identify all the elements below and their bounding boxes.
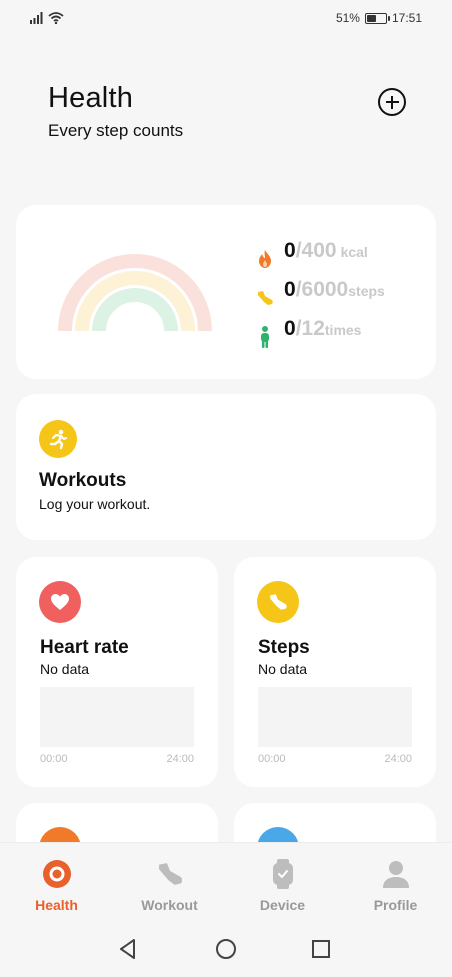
page-title: Health: [48, 82, 134, 114]
stand-value: 0: [284, 317, 296, 340]
nav-device[interactable]: Device: [226, 843, 339, 923]
standing-person-icon: [256, 325, 274, 348]
shoe-icon: [155, 859, 185, 889]
nav-profile[interactable]: Profile: [339, 843, 452, 923]
steps-title: Steps: [258, 637, 310, 658]
nav-profile-label: Profile: [373, 897, 418, 913]
person-icon: [381, 859, 411, 889]
steps-goal: /6000: [295, 278, 349, 301]
stand-goal: /12: [295, 317, 325, 340]
shoe-icon: [256, 288, 274, 308]
steps-axis-end: 24:00: [384, 753, 412, 765]
nav-workout-label: Workout: [141, 897, 198, 913]
steps-card[interactable]: Steps No data 00:00 24:00: [234, 557, 436, 787]
calories-value: 0: [284, 239, 296, 262]
calories-stat: 0 /400 kcal: [256, 239, 385, 278]
status-left: [30, 12, 64, 24]
heart-icon: [39, 581, 81, 623]
heart-rate-card[interactable]: Heart rate No data 00:00 24:00: [16, 557, 218, 787]
plus-icon-vertical: [390, 95, 394, 109]
add-button[interactable]: [378, 88, 406, 116]
heart-rate-axis-start: 00:00: [40, 753, 68, 765]
page-subtitle: Every step counts: [48, 121, 184, 140]
system-nav-bar: [0, 922, 452, 977]
activity-rings-chart: [58, 254, 212, 333]
wifi-icon: [48, 12, 64, 24]
summary-stats: 0 /400 kcal 0 /6000 steps 0 /12 times: [256, 239, 385, 356]
status-bar: 51% 17:51: [0, 0, 452, 36]
clock: 17:51: [391, 11, 422, 25]
page-header: Health Every step counts: [48, 82, 183, 141]
steps-stat: 0 /6000 steps: [256, 278, 385, 317]
steps-chart: [258, 687, 412, 747]
status-right: 51% 17:51: [336, 11, 422, 25]
activity-summary-card[interactable]: 0 /400 kcal 0 /6000 steps 0 /12 times: [16, 205, 436, 379]
bottom-nav: Health Workout Device Profile: [0, 842, 452, 922]
calories-unit: kcal: [340, 244, 368, 260]
heart-rate-status: No data: [40, 661, 90, 677]
heart-rate-axis-end: 24:00: [166, 753, 194, 765]
battery-percent: 51%: [335, 11, 360, 25]
nav-health[interactable]: Health: [0, 843, 113, 923]
battery-icon: [364, 12, 390, 24]
health-ring-icon: [42, 859, 72, 889]
running-icon: [39, 420, 77, 458]
workouts-subtitle: Log your workout.: [39, 496, 151, 512]
workouts-title: Workouts: [39, 470, 127, 491]
flame-icon: [256, 249, 274, 269]
workouts-card[interactable]: Workouts Log your workout.: [16, 394, 436, 540]
signal-icon: [30, 12, 43, 24]
heart-rate-title: Heart rate: [40, 637, 129, 658]
calories-goal: /400: [295, 239, 337, 262]
back-icon[interactable]: [117, 938, 139, 960]
shoe-icon: [257, 581, 299, 623]
steps-value: 0: [284, 278, 296, 301]
stand-stat: 0 /12 times: [256, 317, 385, 356]
nav-health-label: Health: [35, 897, 78, 913]
battery-fill: [366, 14, 376, 22]
home-icon[interactable]: [215, 938, 237, 960]
steps-status: No data: [258, 661, 308, 677]
steps-axis-start: 00:00: [258, 753, 286, 765]
steps-unit: steps: [348, 283, 385, 299]
recent-apps-icon[interactable]: [310, 938, 332, 960]
stand-unit: times: [324, 322, 362, 338]
nav-device-label: Device: [259, 897, 306, 913]
heart-rate-chart: [40, 687, 194, 747]
nav-workout[interactable]: Workout: [113, 843, 226, 923]
watch-icon: [268, 859, 298, 889]
